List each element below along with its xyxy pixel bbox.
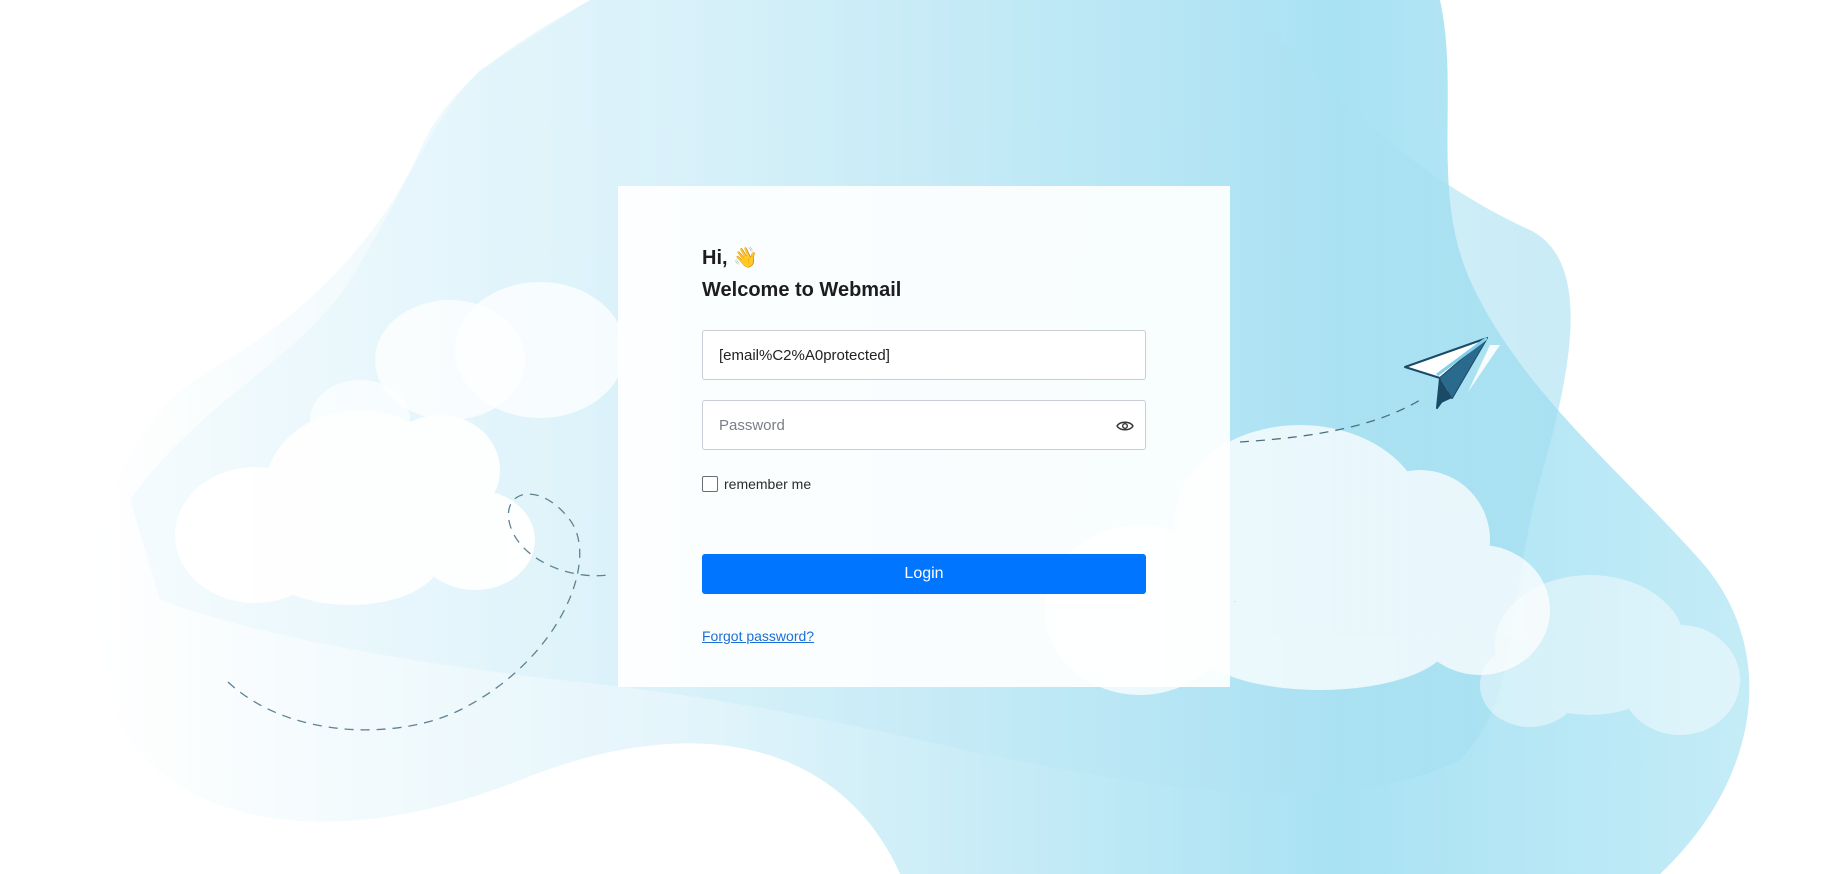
password-input[interactable] — [703, 401, 1145, 449]
email-input[interactable] — [703, 331, 1145, 379]
page-title: Welcome to Webmail — [702, 279, 902, 301]
forgot-password-link[interactable]: Forgot password? — [702, 628, 814, 644]
remember-me-checkbox[interactable] — [702, 476, 718, 492]
email-field[interactable] — [702, 330, 1146, 380]
login-button[interactable]: Login — [702, 554, 1146, 594]
eye-icon[interactable] — [1113, 414, 1137, 438]
password-field[interactable] — [702, 400, 1146, 450]
remember-me-label[interactable]: remember me — [724, 476, 811, 492]
remember-me-row: remember me — [702, 474, 1146, 494]
login-page: Hi, 👋 Welcome to Webmail remember me Log… — [0, 0, 1848, 874]
login-card: Hi, 👋 Welcome to Webmail remember me Log… — [618, 186, 1230, 687]
greeting-text: Hi, 👋 — [702, 247, 759, 269]
